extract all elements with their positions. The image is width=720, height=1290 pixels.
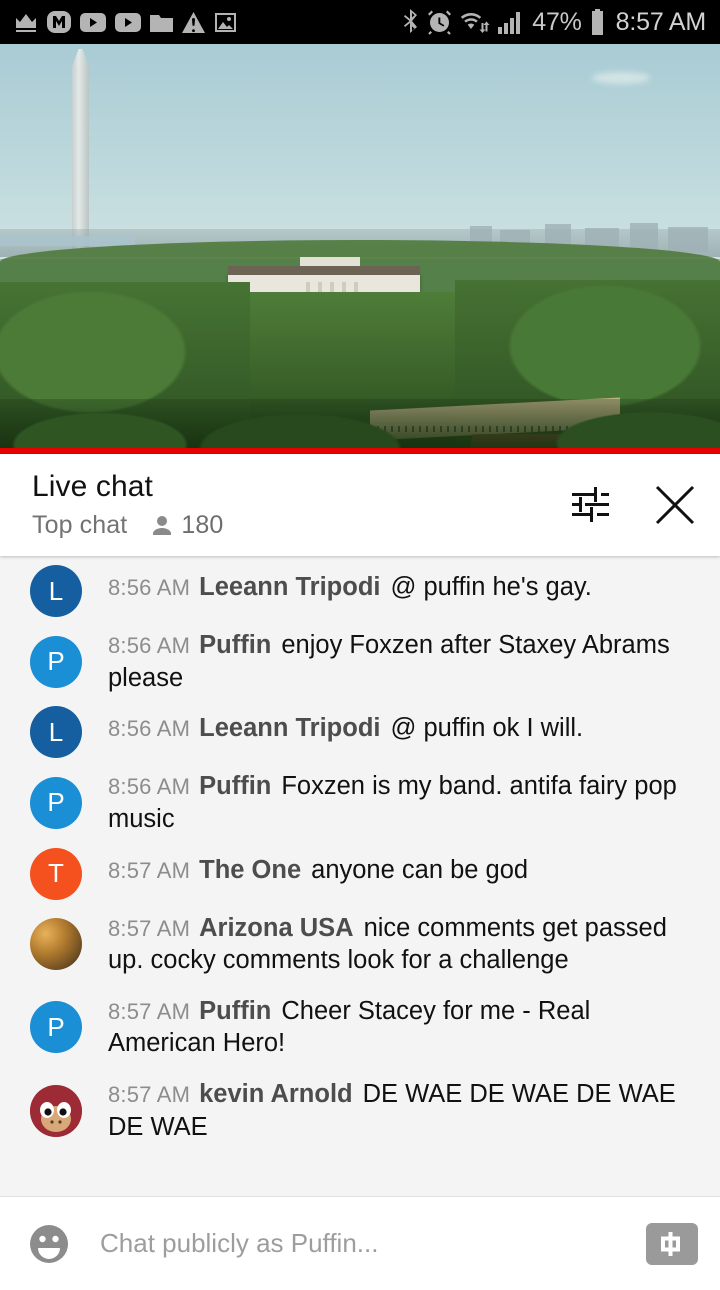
status-bar: 47% 8:57 AM (0, 0, 720, 44)
youtube-play-icon-1 (80, 12, 106, 32)
header-title-group: Live chat Top chat 180 (32, 470, 223, 540)
message-author[interactable]: Puffin (199, 772, 271, 800)
knuckles-avatar-icon (30, 1084, 82, 1137)
chat-message-body: 8:56 AM Leeann Tripodi @ puffin he's gay. (108, 571, 704, 604)
close-icon[interactable] (652, 482, 698, 528)
chat-message-row[interactable]: P 8:56 AM Puffin enjoy Foxzen after Staxey … (0, 620, 720, 703)
header-actions (568, 482, 698, 528)
message-text: DE WAE DE WAE DE WAE DE WAE (108, 1080, 676, 1141)
chat-input[interactable] (100, 1228, 646, 1259)
chat-message-row[interactable]: 8:57 AM Arizona USA nice comments get pass… (0, 903, 720, 986)
avatar-letter: L (48, 575, 64, 606)
distant-building (668, 227, 708, 252)
chat-message-row[interactable]: P 8:56 AM Puffin Foxzen is my band. antifa … (0, 761, 720, 844)
image-icon (214, 12, 237, 33)
chat-message-row[interactable]: L 8:56 AM Leeann Tripodi @ puffin ok I will… (0, 703, 720, 761)
avatar[interactable]: P (30, 776, 82, 829)
avatar-letter: P (47, 787, 65, 818)
avatar-letter: L (48, 716, 64, 747)
message-text: @ puffin ok I will. (390, 714, 584, 743)
chat-message-body: 8:56 AM Puffin Foxzen is my band. antifa f… (108, 770, 704, 835)
video-player[interactable] (0, 44, 720, 454)
person-icon (149, 513, 175, 539)
message-author[interactable]: Leeann Tripodi (199, 573, 380, 601)
status-bar-clock: 8:57 AM (615, 7, 707, 36)
message-timestamp: 8:57 AM (108, 857, 191, 883)
message-author[interactable]: Leeann Tripodi (199, 714, 380, 742)
battery-icon (590, 9, 605, 35)
avatar[interactable]: P (30, 635, 82, 688)
avatar[interactable]: L (30, 565, 82, 617)
bluetooth-icon (402, 9, 419, 35)
warning-triangle-icon (182, 11, 205, 33)
chat-message-body: 8:57 AM Puffin Cheer Stacey for me - Real … (108, 995, 704, 1060)
washington-monument (72, 49, 89, 249)
crown-icon (14, 12, 38, 32)
message-text: enjoy Foxzen after Staxey Abrams please (108, 631, 670, 692)
viewer-count: 180 (181, 511, 224, 539)
alarm-clock-icon (427, 9, 452, 35)
message-text: anyone can be god (311, 855, 529, 884)
chat-composer (0, 1196, 720, 1290)
superchat-dollar-icon[interactable] (646, 1222, 698, 1265)
chat-message-row[interactable]: T 8:57 AM The One anyone can be god (0, 845, 720, 903)
message-timestamp: 8:56 AM (108, 716, 191, 742)
live-chat-header: Live chat Top chat 180 (0, 454, 720, 556)
message-text: nice comments get passed up. cocky comme… (108, 913, 667, 975)
message-author[interactable]: Puffin (199, 631, 271, 659)
avatar[interactable]: P (30, 1001, 82, 1054)
message-author[interactable]: Puffin (199, 997, 271, 1025)
message-author[interactable]: Arizona USA (199, 914, 353, 942)
chat-message-row[interactable]: P 8:57 AM Puffin Cheer Stacey for me - Real… (0, 986, 720, 1069)
avatar[interactable]: T (30, 847, 82, 900)
message-text: @ puffin he's gay. (390, 573, 592, 601)
cellular-signal-icon (498, 10, 524, 34)
tune-sliders-icon[interactable] (568, 483, 612, 527)
message-timestamp: 8:56 AM (108, 575, 191, 600)
avatar-photo[interactable] (30, 1084, 82, 1137)
chat-message-body: 8:56 AM Puffin enjoy Foxzen after Staxey A… (108, 629, 704, 694)
message-author[interactable]: The One (199, 856, 301, 884)
status-bar-left-icons (14, 10, 237, 34)
avatar-letter: P (47, 646, 65, 677)
avatar-photo[interactable] (30, 918, 82, 971)
m-app-icon (47, 10, 71, 34)
river (0, 236, 135, 246)
message-timestamp: 8:57 AM (108, 1082, 191, 1107)
battery-percentage: 47% (532, 7, 582, 36)
message-author[interactable]: kevin Arnold (199, 1080, 353, 1108)
wifi-transfer-icon (460, 10, 490, 34)
chat-message-row[interactable]: L 8:56 AM Leeann Tripodi @ puffin he's gay. (0, 562, 720, 620)
chat-message-body: 8:57 AM The One anyone can be god (108, 854, 704, 887)
emoji-smiley-icon[interactable] (26, 1221, 72, 1267)
avatar-letter: P (47, 1011, 65, 1042)
message-timestamp: 8:56 AM (108, 774, 191, 800)
message-text: Foxzen is my band. antifa fairy pop musi… (108, 772, 677, 833)
cloud (592, 72, 650, 84)
chat-message-body: 8:57 AM Arizona USA nice comments get pass… (108, 912, 704, 977)
foreground-trees (0, 399, 720, 454)
page-title: Live chat (32, 470, 153, 503)
message-timestamp: 8:57 AM (108, 998, 191, 1024)
chat-message-body: 8:57 AM kevin Arnold DE WAE DE WAE DE WAE … (108, 1078, 704, 1143)
chat-mode-label[interactable]: Top chat (32, 511, 127, 540)
white-house-roof (228, 266, 420, 275)
message-timestamp: 8:56 AM (108, 633, 191, 658)
avatar[interactable]: L (30, 706, 82, 759)
chat-subheader[interactable]: Top chat 180 (32, 511, 223, 540)
youtube-play-icon-2 (115, 12, 141, 32)
folder-icon (150, 12, 173, 32)
chat-message-body: 8:56 AM Leeann Tripodi @ puffin ok I will. (108, 712, 704, 745)
status-bar-right-icons: 47% 8:57 AM (402, 8, 706, 37)
chat-message-row[interactable]: 8:57 AM kevin Arnold DE WAE DE WAE DE WAE … (0, 1069, 720, 1152)
avatar-letter: T (48, 858, 64, 888)
chat-message-list[interactable]: L 8:56 AM Leeann Tripodi @ puffin he's gay.… (0, 556, 720, 1196)
message-timestamp: 8:57 AM (108, 915, 191, 941)
